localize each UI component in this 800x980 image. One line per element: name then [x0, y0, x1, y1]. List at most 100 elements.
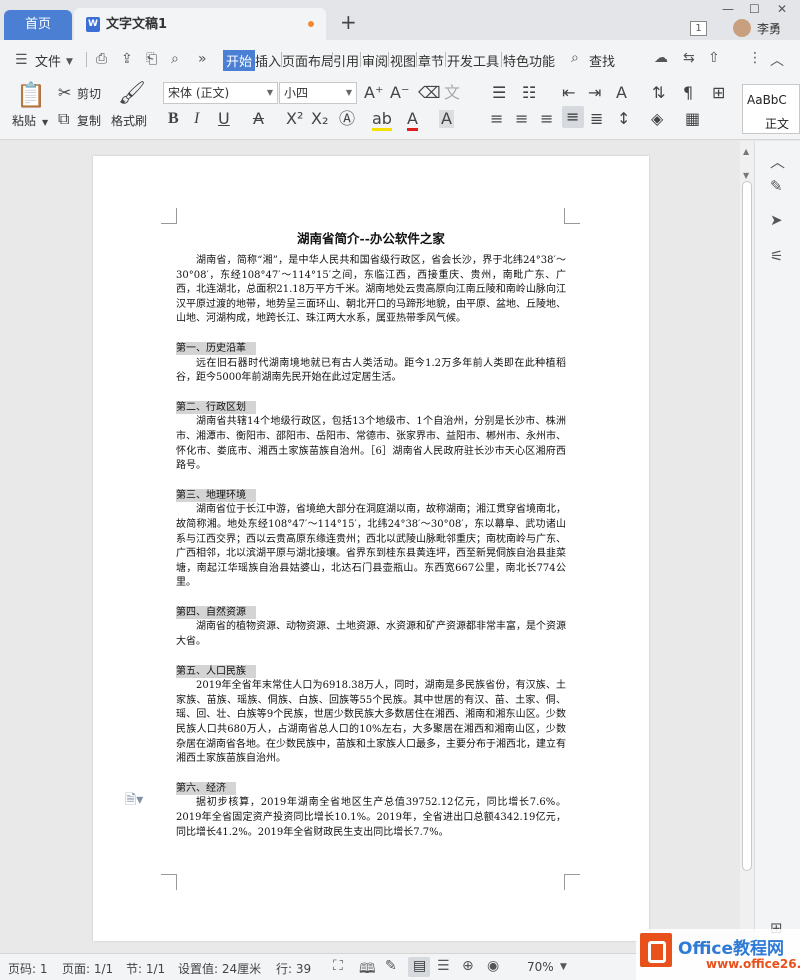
scroll-up-icon[interactable]: ▲	[743, 147, 749, 156]
zoom-level[interactable]: 70%	[527, 960, 554, 974]
vertical-scrollbar[interactable]: ▲ ▼	[740, 141, 754, 931]
pen-icon[interactable]: ✎	[770, 177, 783, 195]
tab-document[interactable]: W 文字文稿1	[74, 8, 326, 40]
line-spacing-icon[interactable]: ↕	[617, 110, 630, 128]
underline-icon[interactable]: U	[218, 110, 230, 128]
settings-sliders-icon[interactable]: ⚟	[770, 247, 783, 265]
user-name[interactable]: 李勇	[757, 20, 781, 37]
page-number[interactable]: 页码: 1	[8, 960, 48, 977]
distributed-align-icon[interactable]: ≣	[590, 110, 603, 128]
collaborate-icon[interactable]: ⇆	[683, 50, 695, 66]
print-icon[interactable]: ⎗	[146, 51, 157, 67]
show-marks-icon[interactable]: ¶	[683, 84, 693, 102]
font-increase-icon[interactable]: A⁺	[364, 84, 383, 102]
cloud-icon[interactable]: ☁	[654, 50, 668, 66]
save-icon[interactable]: ⎙	[96, 51, 107, 67]
print-preview-icon[interactable]: ⌕	[171, 51, 179, 67]
copy-button[interactable]: 复制	[77, 112, 101, 129]
border-icon[interactable]: ▦	[685, 110, 700, 128]
format-painter-button[interactable]: 格式刷	[111, 112, 147, 129]
align-right-icon[interactable]: ≡	[540, 110, 553, 128]
paste-button[interactable]: 粘贴	[12, 112, 36, 129]
format-painter-icon[interactable]: 🖌	[118, 82, 146, 106]
strikethrough-icon[interactable]: A	[253, 110, 264, 128]
section-count[interactable]: 节: 1/1	[126, 960, 165, 977]
table-icon[interactable]: ⊞	[712, 84, 725, 102]
tab-home[interactable]: 首页	[4, 10, 72, 40]
subscript-icon[interactable]: X₂	[311, 110, 328, 128]
font-decrease-icon[interactable]: A⁻	[390, 84, 409, 102]
collapse-ribbon-icon[interactable]: ︿	[770, 50, 784, 70]
style-gallery[interactable]: AaBbC 正文	[742, 84, 800, 134]
cursor-icon[interactable]: ➤	[770, 211, 783, 229]
tab-features[interactable]: 特色功能	[503, 51, 555, 70]
paragraph-handle-icon[interactable]: 🗎▾	[125, 789, 143, 813]
chevron-down-icon[interactable]: ▼	[560, 962, 567, 972]
new-tab-button[interactable]: +	[340, 12, 357, 32]
maximize-icon[interactable]: ☐	[749, 2, 760, 16]
document-page[interactable]: 湖南省简介--办公软件之家 湖南省，简称“湘”，是中华人民共和国省级行政区，省会…	[93, 156, 649, 941]
share-icon[interactable]: ⇧	[708, 50, 720, 66]
export-icon[interactable]: ⇪	[121, 51, 133, 67]
setting-value[interactable]: 设置值: 24厘米	[178, 960, 261, 977]
align-left-icon[interactable]: ≡	[490, 110, 503, 128]
italic-icon[interactable]: I	[194, 110, 199, 128]
paste-icon[interactable]: 📋	[16, 82, 46, 108]
shading-icon[interactable]: ◈	[651, 110, 663, 128]
file-menu[interactable]: 文件	[35, 51, 61, 70]
line-number[interactable]: 行: 39	[276, 960, 311, 977]
clear-format-icon[interactable]: ⌫	[418, 84, 441, 102]
more-options-icon[interactable]: ⋮	[748, 50, 762, 66]
search-icon[interactable]: ⌕	[571, 50, 579, 66]
chevron-down-icon[interactable]: ▼	[66, 54, 73, 70]
tab-review[interactable]: 审阅	[362, 51, 388, 70]
increase-indent-icon[interactable]: ⇥	[588, 84, 601, 102]
cut-button[interactable]: 剪切	[77, 85, 101, 102]
justify-button[interactable]: ≡	[562, 106, 584, 128]
read-mode-icon[interactable]: 🕮	[359, 958, 376, 980]
phonetic-icon[interactable]: 文	[444, 84, 460, 102]
tab-reference[interactable]: 引用	[333, 51, 359, 70]
tab-view[interactable]: 视图	[390, 51, 416, 70]
numbered-list-icon[interactable]: ☷	[522, 84, 536, 102]
avatar[interactable]	[733, 19, 751, 37]
hamburger-menu-icon[interactable]: ☰	[15, 52, 28, 68]
tab-chapter[interactable]: 章节	[418, 51, 444, 70]
tab-start[interactable]: 开始	[223, 50, 256, 71]
decrease-indent-icon[interactable]: ⇤	[562, 84, 575, 102]
page-view-button[interactable]: ▤	[408, 957, 430, 977]
bullet-list-icon[interactable]: ☰	[492, 84, 506, 102]
font-color-icon[interactable]: A	[407, 110, 418, 131]
collapse-panel-icon[interactable]: ︿	[770, 151, 785, 172]
align-center-icon[interactable]: ≡	[515, 110, 528, 128]
web-view-icon[interactable]: ⊕	[462, 958, 474, 974]
document-body[interactable]: 湖南省简介--办公软件之家 湖南省，简称“湘”，是中华人民共和国省级行政区，省会…	[176, 230, 566, 840]
more-icon[interactable]: »	[198, 51, 207, 67]
outline-view-icon[interactable]: ☰	[437, 958, 450, 974]
font-name-select[interactable]: 宋体 (正文) ▼	[163, 82, 278, 104]
search-button[interactable]: 查找	[589, 51, 615, 70]
superscript-icon[interactable]: X²	[286, 110, 303, 128]
bold-icon[interactable]: B	[168, 110, 179, 128]
tab-insert[interactable]: 插入	[255, 51, 281, 70]
write-mode-icon[interactable]: ✎	[385, 958, 397, 974]
eye-protect-icon[interactable]: ◉	[487, 958, 499, 974]
tab-page-layout[interactable]: 页面布局	[282, 51, 334, 70]
text-effect-icon[interactable]: Ⓐ	[339, 110, 355, 128]
close-icon[interactable]: ✕	[777, 2, 787, 16]
minimize-icon[interactable]: —	[722, 2, 734, 16]
tab-developer[interactable]: 开发工具	[447, 51, 499, 70]
document-workspace[interactable]: 湖南省简介--办公软件之家 湖南省，简称“湘”，是中华人民共和国省级行政区，省会…	[0, 141, 740, 953]
font-size-select[interactable]: 小四 ▼	[279, 82, 357, 104]
char-shading-icon[interactable]: A	[439, 110, 454, 128]
window-count-badge[interactable]: 1	[690, 21, 707, 36]
page-count[interactable]: 页面: 1/1	[62, 960, 113, 977]
scrollbar-thumb[interactable]	[742, 181, 752, 871]
scissors-icon[interactable]: ✂	[58, 84, 71, 102]
scroll-down-icon[interactable]: ▼	[743, 171, 749, 180]
chinese-layout-icon[interactable]: A	[616, 84, 627, 102]
sort-icon[interactable]: ⇅	[652, 84, 665, 102]
copy-icon[interactable]: ⧉	[58, 110, 69, 128]
fullscreen-icon[interactable]: ⛶	[333, 958, 343, 974]
chevron-down-icon[interactable]: ▼	[42, 114, 48, 132]
